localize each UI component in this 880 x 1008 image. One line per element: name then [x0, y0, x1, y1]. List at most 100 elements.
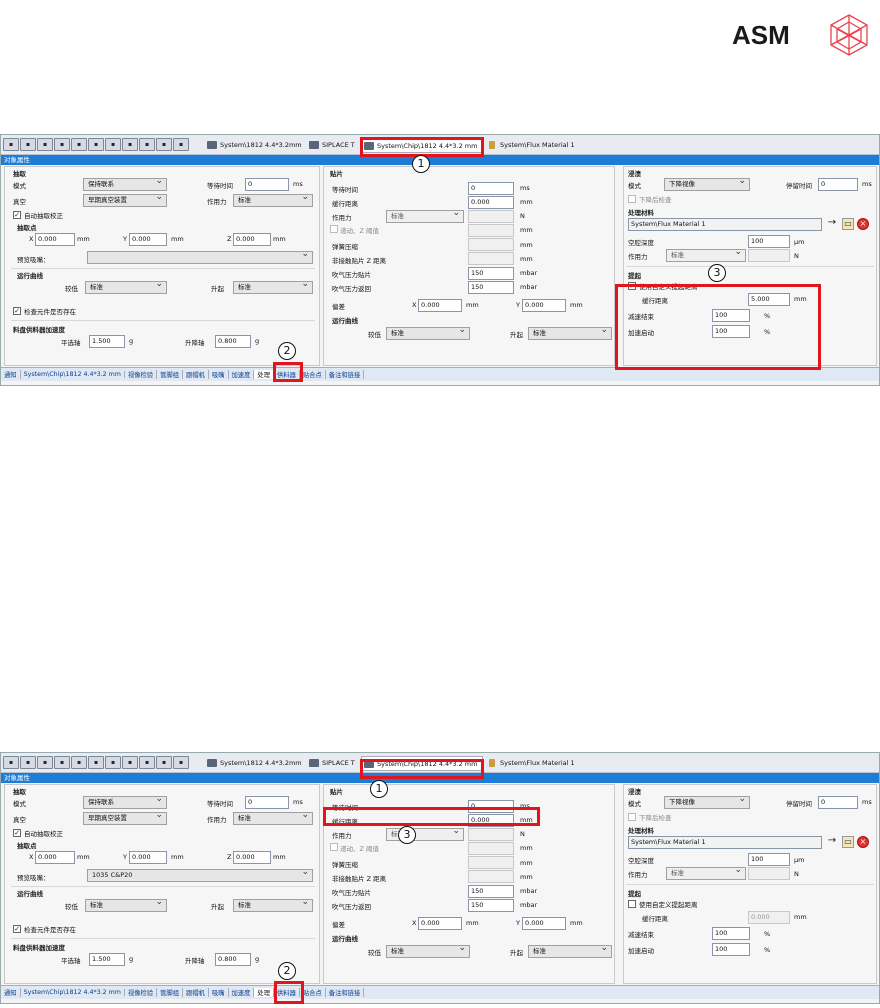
place-wait-input[interactable]: 0: [468, 800, 514, 813]
vacuum-select[interactable]: 早期真空装置: [83, 194, 167, 207]
autocorr-checkbox[interactable]: ✓: [13, 211, 21, 219]
pick-wait-input[interactable]: 0: [245, 796, 289, 809]
blow-place-input[interactable]: 150: [468, 885, 514, 898]
sel-axis-input[interactable]: 1.500: [89, 335, 125, 348]
dip-force-input[interactable]: [748, 249, 790, 262]
status-tab[interactable]: 备注和链接: [326, 370, 365, 379]
move-icon[interactable]: ▪: [37, 756, 53, 769]
status-tab[interactable]: 加速度: [229, 370, 255, 379]
copy-icon[interactable]: ▪: [20, 756, 36, 769]
panel-icon[interactable]: ▪: [88, 138, 104, 151]
grid-icon[interactable]: ▪: [173, 138, 189, 151]
blow-place-input[interactable]: 150: [468, 267, 514, 280]
status-tab[interactable]: System\Chip\1812 4.4*3.2 mm: [21, 371, 125, 378]
tab-siplace[interactable]: SIPLACE T: [307, 756, 359, 771]
pick-mode-select[interactable]: 保持联系: [83, 796, 167, 809]
offset-x-input[interactable]: 0.000: [418, 299, 462, 312]
arrow-right-icon[interactable]: →: [826, 836, 838, 848]
vacuum-select[interactable]: 早期真空装置: [83, 812, 167, 825]
tab-chip-active[interactable]: System\Chip\1812 4.4*3.2 mm: [361, 138, 483, 153]
dip-slow-input[interactable]: 0.000: [748, 911, 790, 924]
panel-icon[interactable]: ▪: [88, 756, 104, 769]
tool-icon[interactable]: ▪: [54, 756, 70, 769]
status-tab[interactable]: 通知: [1, 988, 21, 997]
open-folder-icon[interactable]: ▭: [842, 218, 854, 230]
pick-raise-select[interactable]: 标准: [233, 281, 313, 294]
stop-icon[interactable]: ▪: [156, 138, 172, 151]
place-force-input[interactable]: [468, 828, 514, 841]
status-tab[interactable]: 加速度: [229, 988, 255, 997]
custom-lift-checkbox[interactable]: ✓: [628, 282, 636, 290]
after-dip-checkbox[interactable]: [628, 195, 636, 203]
decel-input[interactable]: 100: [712, 927, 750, 940]
layout-icon[interactable]: ▪: [122, 138, 138, 151]
noncontact-input[interactable]: [468, 870, 514, 883]
dip-force-input[interactable]: [748, 867, 790, 880]
pick-force-select[interactable]: 标准: [233, 194, 313, 207]
open-folder-icon[interactable]: ▭: [842, 836, 854, 848]
status-tab[interactable]: 跟帽机: [183, 370, 209, 379]
status-tab[interactable]: 贴合点: [300, 370, 326, 379]
z-threshold-input[interactable]: [468, 842, 514, 855]
decel-input[interactable]: 100: [712, 309, 750, 322]
status-tab[interactable]: 吸嘴: [209, 370, 229, 379]
tab-component[interactable]: System\1812 4.4*3.2mm: [205, 756, 307, 771]
status-tab[interactable]: 跟帽机: [183, 988, 209, 997]
offset-x-input[interactable]: 0.000: [418, 917, 462, 930]
place-raise-select[interactable]: 标准: [528, 945, 612, 958]
dip-force-select[interactable]: 标准: [666, 867, 746, 880]
layout-icon[interactable]: ▪: [122, 756, 138, 769]
pick-x-input[interactable]: 0.000: [35, 233, 75, 246]
arrow-right-icon[interactable]: →: [826, 218, 838, 230]
dip-mode-select[interactable]: 下降视像: [664, 178, 750, 191]
status-tab[interactable]: 通知: [1, 370, 21, 379]
nozzle-select[interactable]: [87, 251, 313, 264]
accel-start-input[interactable]: 100: [712, 943, 750, 956]
status-tab[interactable]: 供料器: [274, 988, 300, 997]
tab-flux-material[interactable]: System\Flux Material 1: [485, 756, 595, 771]
dwell-input[interactable]: 0: [818, 178, 858, 191]
pick-x-input[interactable]: 0.000: [35, 851, 75, 864]
z-threshold-checkbox[interactable]: [330, 225, 338, 233]
grid-icon[interactable]: ▪: [173, 756, 189, 769]
accel-start-input[interactable]: 100: [712, 325, 750, 338]
z-threshold-input[interactable]: [468, 224, 514, 237]
autocorr-checkbox[interactable]: ✓: [13, 829, 21, 837]
blow-return-input[interactable]: 150: [468, 281, 514, 294]
noncontact-input[interactable]: [468, 252, 514, 265]
lift-axis-input[interactable]: 0.800: [215, 953, 251, 966]
tab-chip-active[interactable]: System\Chip\1812 4.4*3.2 mm: [361, 756, 483, 771]
status-tab[interactable]: 供料器: [274, 370, 300, 379]
tab-siplace[interactable]: SIPLACE T: [307, 138, 359, 153]
pick-y-input[interactable]: 0.000: [129, 851, 167, 864]
copy-icon[interactable]: ▪: [20, 138, 36, 151]
status-tab[interactable]: 备注和链接: [326, 988, 365, 997]
pick-z-input[interactable]: 0.000: [233, 233, 271, 246]
pick-raise-select[interactable]: 标准: [233, 899, 313, 912]
stop-icon[interactable]: ▪: [156, 756, 172, 769]
place-lower-select[interactable]: 标准: [386, 327, 470, 340]
status-tab[interactable]: 处理: [254, 370, 274, 379]
book-icon[interactable]: ▪: [139, 138, 155, 151]
pick-force-select[interactable]: 标准: [233, 812, 313, 825]
offset-y-input[interactable]: 0.000: [522, 917, 566, 930]
after-dip-checkbox[interactable]: [628, 813, 636, 821]
table-icon[interactable]: ▪: [105, 138, 121, 151]
status-tab[interactable]: 视像检验: [125, 370, 158, 379]
pick-lower-select[interactable]: 标准: [85, 899, 167, 912]
status-tab[interactable]: 管脚组: [157, 370, 184, 379]
place-slow-input[interactable]: 0.000: [468, 196, 514, 209]
pick-z-input[interactable]: 0.000: [233, 851, 271, 864]
tab-component[interactable]: System\1812 4.4*3.2mm: [205, 138, 307, 153]
pick-y-input[interactable]: 0.000: [129, 233, 167, 246]
place-raise-select[interactable]: 标准: [528, 327, 612, 340]
custom-lift-checkbox[interactable]: [628, 900, 636, 908]
tool-icon[interactable]: ▪: [54, 138, 70, 151]
place-force-select[interactable]: 标准: [386, 210, 464, 223]
pc-icon[interactable]: ▪: [71, 756, 87, 769]
dip-force-select[interactable]: 标准: [666, 249, 746, 262]
status-tab[interactable]: 贴合点: [300, 988, 326, 997]
dwell-input[interactable]: 0: [818, 796, 858, 809]
material-input[interactable]: System\Flux Material 1: [628, 218, 822, 231]
book-icon[interactable]: ▪: [139, 756, 155, 769]
